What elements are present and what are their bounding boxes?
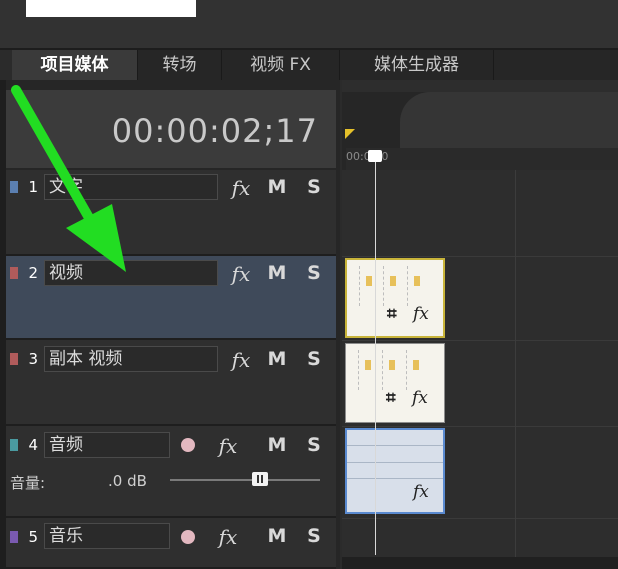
crop-icon[interactable]: ⌗	[387, 304, 397, 324]
track-separator	[342, 426, 618, 427]
waveform-line	[347, 462, 443, 463]
waveform-line	[347, 478, 443, 479]
waveform-line	[347, 445, 443, 446]
track-4-name-field[interactable]: 音频	[44, 432, 170, 458]
track-3-mute-button[interactable]: M	[266, 348, 288, 370]
clip-frame	[382, 350, 407, 390]
volume-value[interactable]: .0 dB	[108, 472, 147, 490]
volume-slider-track[interactable]	[170, 479, 320, 481]
crop-icon[interactable]: ⌗	[386, 388, 396, 408]
volume-slider-handle[interactable]	[252, 472, 268, 486]
green-arrow-icon	[11, 85, 126, 272]
track-separator	[342, 256, 618, 257]
loop-region-marker[interactable]	[345, 129, 355, 139]
track-4-solo-button[interactable]: S	[303, 434, 325, 456]
track-2-mute-button[interactable]: M	[266, 262, 288, 284]
clip-frame	[406, 350, 431, 390]
clip-fx-icon[interactable]: fx	[413, 482, 429, 502]
track-5-solo-button[interactable]: S	[303, 525, 325, 547]
playhead-cursor[interactable]	[375, 155, 376, 555]
tab-video-fx[interactable]: 视频 FX	[222, 50, 340, 80]
track-1-mute-button[interactable]: M	[266, 176, 288, 198]
grid-line	[515, 170, 516, 557]
track-5-fx-button[interactable]: fx	[217, 525, 239, 549]
clip-frame	[407, 266, 432, 306]
audio-track-icon	[10, 531, 18, 543]
track-3-number: 3	[8, 349, 40, 369]
audio-clip-track-4[interactable]: fx	[345, 428, 445, 514]
clip-frame	[359, 266, 384, 306]
track-4-mute-button[interactable]: M	[266, 434, 288, 456]
track-5-record-arm-button[interactable]	[181, 530, 195, 544]
track-4-fx-button[interactable]: fx	[217, 434, 239, 458]
track-3-fx-button[interactable]: fx	[230, 348, 252, 372]
track-separator	[342, 340, 618, 341]
clip-frame	[383, 266, 408, 306]
track-5-number: 5	[8, 527, 40, 547]
volume-label: 音量:	[10, 474, 46, 492]
clip-fx-icon[interactable]: fx	[413, 304, 429, 324]
track-5-name-field[interactable]: 音乐	[44, 523, 170, 549]
timeline-horizontal-scrollbar[interactable]	[342, 557, 618, 569]
clip-fx-icon[interactable]: fx	[412, 388, 428, 408]
track-3-solo-button[interactable]: S	[303, 348, 325, 370]
audio-track-icon	[10, 439, 18, 451]
video-clip-track-3[interactable]: ⌗ fx	[345, 343, 445, 423]
playhead-handle[interactable]	[368, 150, 382, 162]
track-5-mute-button[interactable]: M	[266, 525, 288, 547]
track-separator	[342, 518, 618, 519]
track-2-solo-button[interactable]: S	[303, 262, 325, 284]
grip-line	[257, 475, 259, 483]
track-4-record-arm-button[interactable]	[181, 438, 195, 452]
track-2-fx-button[interactable]: fx	[230, 262, 252, 286]
tab-bar-filler	[494, 50, 618, 80]
track-4-number: 4	[8, 435, 40, 455]
grip-line	[261, 475, 263, 483]
clip-frame	[358, 350, 383, 390]
track-1-fx-button[interactable]: fx	[230, 176, 252, 200]
tab-transitions[interactable]: 转场	[138, 50, 222, 80]
track-1-solo-button[interactable]: S	[303, 176, 325, 198]
media-preview-thumbnail[interactable]	[26, 0, 196, 17]
tab-project-media[interactable]: 项目媒体	[12, 50, 138, 80]
tab-media-generators[interactable]: 媒体生成器	[340, 50, 494, 80]
video-track-icon	[10, 353, 18, 365]
track-3-name-field[interactable]: 副本 视频	[44, 346, 218, 372]
video-clip-track-2[interactable]: ⌗ fx	[345, 258, 445, 338]
